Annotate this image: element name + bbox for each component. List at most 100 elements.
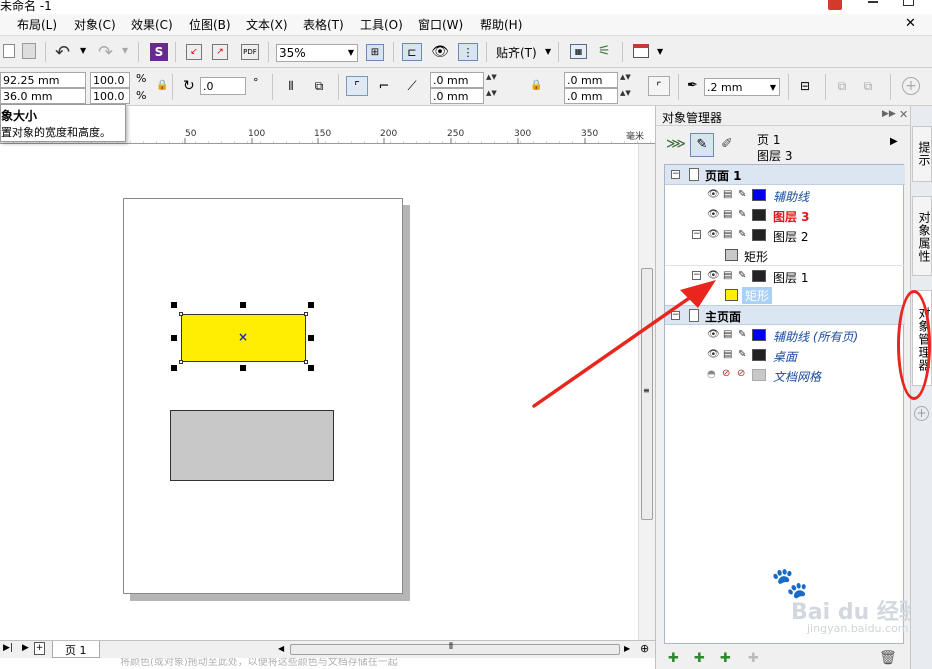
corner-radius-top-left[interactable]: .0 mm bbox=[430, 72, 484, 88]
tree-layer-3[interactable]: 👁 ▤ ✎ 图层 3 bbox=[665, 205, 905, 225]
corner-spin-top-left[interactable]: ▲▼ bbox=[486, 73, 506, 81]
round-corner-icon[interactable]: ⌜ bbox=[346, 76, 368, 96]
relative-corner-scaling-icon[interactable]: ⌜ bbox=[648, 76, 670, 96]
menu-tools[interactable]: 工具(O) bbox=[360, 16, 403, 35]
options-icon[interactable]: ⚟ bbox=[598, 43, 611, 59]
menu-bitmaps[interactable]: 位图(B) bbox=[189, 16, 231, 35]
publish-pdf-icon[interactable]: PDF bbox=[241, 44, 259, 60]
minimize-button[interactable] bbox=[868, 1, 878, 3]
edit-pencil-icon[interactable]: ✎ bbox=[738, 229, 746, 241]
menu-text[interactable]: 文本(X) bbox=[246, 16, 288, 35]
selection-handle[interactable] bbox=[240, 302, 246, 308]
mirror-horizontal-icon[interactable]: ⫴ bbox=[282, 78, 300, 94]
collapse-page-1-icon[interactable]: − bbox=[671, 170, 680, 179]
new-master-layer-even-icon[interactable]: ✚ bbox=[748, 651, 759, 666]
delete-icon[interactable]: 🗑 bbox=[879, 650, 897, 666]
corner-node[interactable] bbox=[304, 312, 308, 316]
lock-ratio-icon[interactable]: 🔒 bbox=[156, 80, 168, 91]
tree-layer-guides[interactable]: 👁 ▤ ✎ 辅助线 bbox=[665, 185, 905, 205]
snap-to-menu[interactable]: 贴齐(T) bbox=[496, 44, 537, 61]
hscroll-right-icon[interactable]: ▶ bbox=[624, 644, 630, 653]
zoom-select[interactable]: 35% ▼ bbox=[276, 44, 358, 62]
wrap-text-icon[interactable]: ⊟ bbox=[796, 78, 814, 94]
collapse-layer-2-icon[interactable]: − bbox=[692, 230, 701, 239]
launcher-dropdown-icon[interactable]: ▼ bbox=[657, 47, 663, 56]
lock-corners-icon[interactable]: 🔒 bbox=[530, 80, 542, 91]
tree-page-1[interactable]: − 页面 1 bbox=[665, 165, 905, 185]
new-master-layer-icon[interactable]: ✚ bbox=[694, 651, 705, 666]
show-object-properties-icon[interactable]: ⋙ bbox=[666, 136, 686, 152]
maximize-button[interactable] bbox=[903, 0, 914, 6]
import-icon[interactable]: ↙ bbox=[186, 44, 202, 60]
menu-layout[interactable]: 布局(L) bbox=[17, 16, 57, 35]
corner-node[interactable] bbox=[179, 312, 183, 316]
corner-radius-bottom-right[interactable]: .0 mm bbox=[564, 88, 618, 104]
zoom-to-page-icon[interactable]: ⊞ bbox=[366, 44, 384, 61]
zoom-navigator-icon[interactable]: ⊕ bbox=[640, 642, 649, 655]
visibility-eye-icon[interactable]: 👁 bbox=[707, 209, 720, 221]
snap-dropdown-icon[interactable]: ▼ bbox=[545, 47, 551, 56]
edit-pencil-icon[interactable]: ✎ bbox=[738, 209, 746, 221]
object-height-field[interactable]: 36.0 mm bbox=[0, 88, 86, 104]
corner-radius-bottom-left[interactable]: .0 mm bbox=[430, 88, 484, 104]
redo-icon[interactable]: ↷ bbox=[98, 42, 113, 63]
corner-spin-top-right[interactable]: ▲▼ bbox=[620, 73, 640, 81]
add-toolbar-icon[interactable]: + bbox=[902, 77, 920, 95]
copy-icon[interactable] bbox=[3, 44, 15, 58]
corner-node[interactable] bbox=[179, 360, 183, 364]
selection-handle[interactable] bbox=[240, 365, 246, 371]
tree-rectangle-gray[interactable]: 矩形 bbox=[665, 245, 905, 265]
redo-dropdown-icon[interactable]: ▼ bbox=[122, 46, 128, 55]
rotation-center-icon[interactable]: × bbox=[238, 330, 248, 344]
to-back-icon[interactable]: ⧉ bbox=[860, 78, 876, 94]
docker-close-icon[interactable]: ✕ bbox=[899, 108, 908, 121]
printer-icon[interactable]: ▤ bbox=[723, 229, 732, 241]
visibility-eye-icon[interactable]: 👁 bbox=[707, 229, 720, 241]
outline-width-select[interactable]: .2 mm ▼ bbox=[704, 78, 780, 96]
rulers-icon[interactable]: ⊏ bbox=[402, 43, 422, 61]
undo-icon[interactable]: ↶ bbox=[55, 42, 70, 63]
menu-window[interactable]: 窗口(W) bbox=[418, 16, 463, 35]
printer-icon[interactable]: ▤ bbox=[723, 209, 732, 221]
corner-spin-bottom-right[interactable]: ▲▼ bbox=[620, 89, 640, 97]
selection-handle[interactable] bbox=[171, 365, 177, 371]
printer-icon[interactable]: ▤ bbox=[723, 189, 732, 201]
export-icon[interactable]: ↗ bbox=[212, 44, 228, 60]
tab-hints[interactable]: 提示 bbox=[912, 126, 932, 182]
prev-page-icon[interactable]: ▶| bbox=[3, 643, 13, 653]
user-icon[interactable] bbox=[828, 0, 842, 10]
grid-view-icon[interactable]: 👁 bbox=[430, 43, 450, 61]
mirror-vertical-icon[interactable]: ⧉ bbox=[310, 78, 328, 94]
corner-spin-bottom-left[interactable]: ▲▼ bbox=[486, 89, 506, 97]
new-layer-icon[interactable]: ✚ bbox=[668, 651, 679, 666]
application-launcher-icon[interactable] bbox=[633, 44, 649, 58]
welcome-screen-icon[interactable]: ▦ bbox=[570, 44, 587, 59]
edit-across-layers-icon[interactable]: ✎ bbox=[690, 133, 714, 157]
zoom-dropdown-icon[interactable]: ▼ bbox=[348, 45, 354, 61]
tree-layer-2[interactable]: − 👁 ▤ ✎ 图层 2 bbox=[665, 225, 905, 245]
add-docker-tab-icon[interactable]: + bbox=[914, 406, 929, 421]
horizontal-scrollbar[interactable]: ⦀ bbox=[290, 642, 620, 655]
paste-icon[interactable] bbox=[22, 43, 36, 59]
next-page-icon[interactable]: ▶ bbox=[22, 643, 29, 653]
tab-object-properties[interactable]: 对象属性 bbox=[912, 196, 932, 276]
corner-radius-top-right[interactable]: .0 mm bbox=[564, 72, 618, 88]
scalloped-corner-icon[interactable]: ⌐ bbox=[374, 76, 394, 96]
guidelines-icon[interactable]: ⋮ bbox=[458, 43, 478, 61]
hscroll-left-icon[interactable]: ◀ bbox=[278, 644, 284, 653]
docker-expand-icon[interactable]: ▶▶ bbox=[882, 109, 896, 119]
chamfer-corner-icon[interactable]: ⟋ bbox=[402, 76, 422, 96]
rotation-field[interactable]: .0 bbox=[200, 77, 246, 95]
new-master-layer-odd-icon[interactable]: ✚ bbox=[720, 651, 731, 666]
corel-app-icon[interactable]: S bbox=[150, 43, 168, 61]
menu-object[interactable]: 对象(C) bbox=[74, 16, 116, 35]
to-front-icon[interactable]: ⧉ bbox=[834, 78, 850, 94]
menu-effects[interactable]: 效果(C) bbox=[131, 16, 173, 35]
menu-close-icon[interactable]: ✕ bbox=[905, 16, 916, 31]
edit-pencil-icon[interactable]: ✎ bbox=[738, 189, 746, 201]
corner-node[interactable] bbox=[304, 360, 308, 364]
selection-handle[interactable] bbox=[308, 335, 314, 341]
menu-table[interactable]: 表格(T) bbox=[303, 16, 344, 35]
selection-handle[interactable] bbox=[171, 335, 177, 341]
add-page-icon[interactable]: + bbox=[34, 642, 45, 655]
